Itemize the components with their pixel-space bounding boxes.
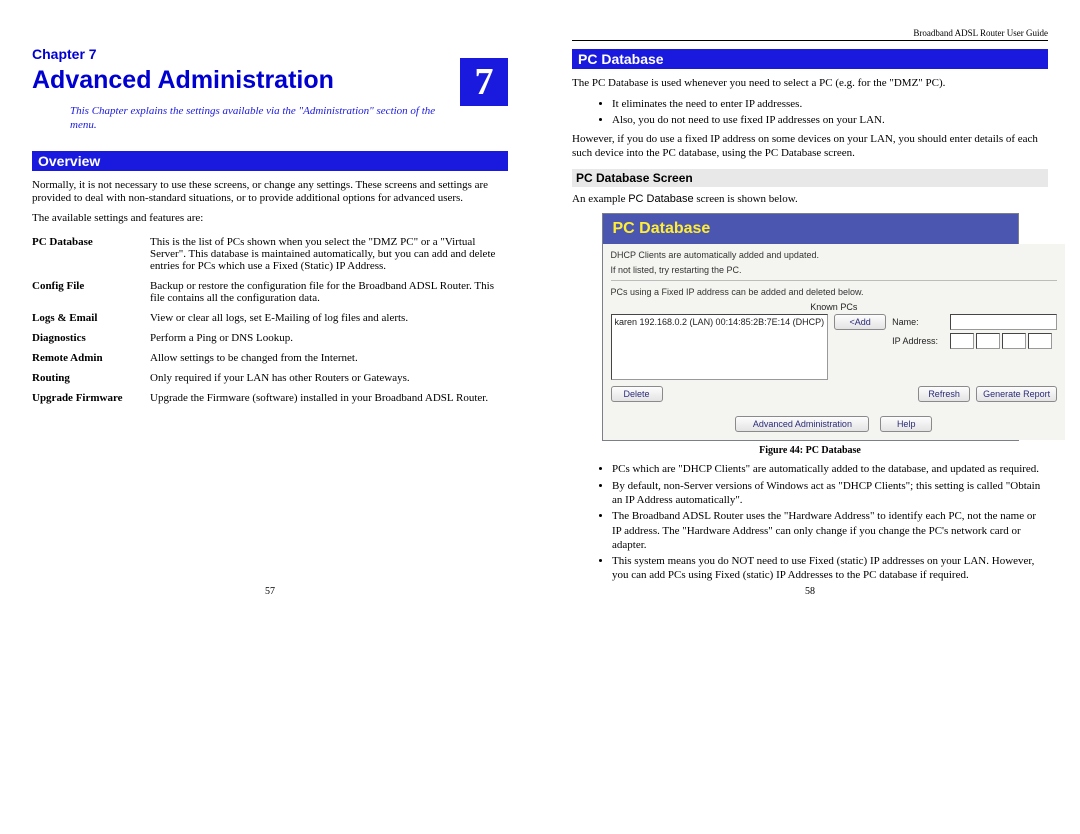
pcdb-benefit-list: It eliminates the need to enter IP addre… — [572, 97, 1048, 128]
list-item: PCs which are "DHCP Clients" are automat… — [612, 462, 1048, 476]
overview-available-line: The available settings and features are: — [32, 212, 508, 226]
ip-octet-input[interactable] — [950, 333, 974, 349]
table-row: Logs & EmailView or clear all logs, set … — [32, 308, 508, 328]
pcdb-example-line: An example PC Database screen is shown b… — [572, 193, 1048, 207]
feature-desc: Perform a Ping or DNS Lookup. — [150, 328, 508, 348]
ip-octet-input[interactable] — [976, 333, 1000, 349]
features-table: PC DatabaseThis is the list of PCs shown… — [32, 232, 508, 408]
advanced-admin-button[interactable]: Advanced Administration — [735, 416, 869, 432]
section-overview-heading: Overview — [32, 151, 508, 171]
table-row: Remote AdminAllow settings to be changed… — [32, 348, 508, 368]
feature-name: Diagnostics — [32, 328, 150, 348]
ui-note-line: DHCP Clients are automatically added and… — [611, 250, 1058, 261]
ui-note-line: PCs using a Fixed IP address can be adde… — [611, 287, 1058, 298]
table-row: RoutingOnly required if your LAN has oth… — [32, 368, 508, 388]
add-button[interactable]: <Add — [834, 314, 886, 330]
ip-field-label: IP Address: — [892, 336, 947, 346]
known-pcs-listbox[interactable]: karen 192.168.0.2 (LAN) 00:14:85:2B:7E:1… — [611, 314, 829, 380]
ip-octet-input[interactable] — [1028, 333, 1052, 349]
table-row: PC DatabaseThis is the list of PCs shown… — [32, 232, 508, 276]
feature-desc: This is the list of PCs shown when you s… — [150, 232, 508, 276]
help-button[interactable]: Help — [880, 416, 932, 432]
list-item: Also, you do not need to use fixed IP ad… — [612, 113, 1048, 127]
feature-desc: Only required if your LAN has other Rout… — [150, 368, 508, 388]
ui-divider — [611, 280, 1058, 281]
feature-name: Routing — [32, 368, 150, 388]
feature-desc: Upgrade the Firmware (software) installe… — [150, 388, 508, 408]
list-item: It eliminates the need to enter IP addre… — [612, 97, 1048, 111]
feature-name: Logs & Email — [32, 308, 150, 328]
chapter-abstract: This Chapter explains the settings avail… — [70, 105, 440, 133]
figure-caption: Figure 44: PC Database — [572, 445, 1048, 456]
list-item: This system means you do NOT need to use… — [612, 554, 1048, 583]
feature-desc: Backup or restore the configuration file… — [150, 276, 508, 308]
pcdb-screenshot: PC Database DHCP Clients are automatical… — [602, 213, 1019, 442]
feature-name: PC Database — [32, 232, 150, 276]
pcdb-notes-list: PCs which are "DHCP Clients" are automat… — [572, 462, 1048, 582]
name-field-label: Name: — [892, 317, 947, 327]
page-number-right: 58 — [805, 586, 815, 597]
table-row: Config FileBackup or restore the configu… — [32, 276, 508, 308]
feature-desc: View or clear all logs, set E-Mailing of… — [150, 308, 508, 328]
ui-note-line: If not listed, try restarting the PC. — [611, 265, 1058, 276]
name-input[interactable] — [950, 314, 1057, 330]
feature-name: Remote Admin — [32, 348, 150, 368]
page-number-left: 57 — [265, 586, 275, 597]
list-item: The Broadband ADSL Router uses the "Hard… — [612, 509, 1048, 552]
running-header-right: Broadband ADSL Router User Guide — [572, 28, 1048, 41]
table-row: Upgrade FirmwareUpgrade the Firmware (so… — [32, 388, 508, 408]
pcdb-however: However, if you do use a fixed IP addres… — [572, 133, 1048, 161]
refresh-button[interactable]: Refresh — [918, 386, 970, 402]
delete-button[interactable]: Delete — [611, 386, 663, 402]
ui-known-pcs-label: Known PCs — [611, 302, 1058, 312]
list-item: By default, non-Server versions of Windo… — [612, 479, 1048, 508]
generate-report-button[interactable]: Generate Report — [976, 386, 1057, 402]
ui-panel-title: PC Database — [603, 214, 1018, 244]
feature-name: Config File — [32, 276, 150, 308]
pcdb-screen-subheading: PC Database Screen — [572, 169, 1048, 187]
overview-intro: Normally, it is not necessary to use the… — [32, 179, 508, 207]
chapter-number-badge: 7 — [460, 58, 508, 106]
pcdb-intro: The PC Database is used whenever you nee… — [572, 77, 1048, 91]
chapter-label: Chapter 7 — [32, 46, 508, 62]
section-pcdb-heading: PC Database — [572, 49, 1048, 69]
feature-name: Upgrade Firmware — [32, 388, 150, 408]
table-row: DiagnosticsPerform a Ping or DNS Lookup. — [32, 328, 508, 348]
ip-octet-input[interactable] — [1002, 333, 1026, 349]
chapter-title: Advanced Administration — [32, 66, 508, 95]
feature-desc: Allow settings to be changed from the In… — [150, 348, 508, 368]
